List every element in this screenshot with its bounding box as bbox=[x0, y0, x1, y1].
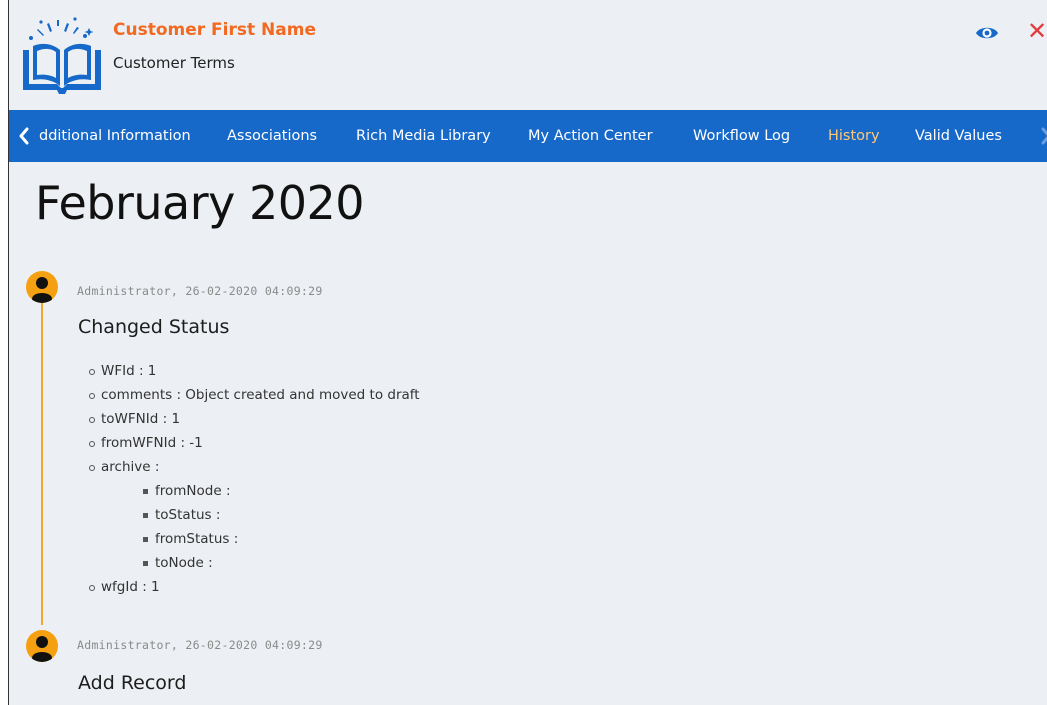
record-header: Customer First Name Customer Terms ✕ bbox=[9, 0, 1047, 110]
detail-subitem: fromNode : bbox=[79, 479, 420, 503]
detail-item: wfgId : 1 bbox=[79, 575, 420, 599]
tab-rich-media-library[interactable]: Rich Media Library bbox=[356, 110, 491, 162]
detail-item: WFId : 1 bbox=[79, 359, 420, 383]
entry-meta: Administrator, 26-02-2020 04:09:29 bbox=[77, 638, 323, 652]
tab-associations[interactable]: Associations bbox=[227, 110, 317, 162]
entry-action: Add Record bbox=[78, 672, 187, 694]
detail-item: toWFNId : 1 bbox=[79, 407, 420, 431]
detail-item: comments : Object created and moved to d… bbox=[79, 383, 420, 407]
tab-history[interactable]: History bbox=[828, 110, 880, 162]
detail-item: archive : bbox=[79, 455, 420, 479]
timeline-line bbox=[41, 303, 43, 625]
month-heading: February 2020 bbox=[35, 176, 365, 230]
eye-icon[interactable] bbox=[975, 22, 999, 44]
detail-subitem: toStatus : bbox=[79, 503, 420, 527]
detail-item: fromWFNId : -1 bbox=[79, 431, 420, 455]
record-detail-panel: Customer First Name Customer Terms ✕ ddi… bbox=[8, 0, 1047, 705]
chevron-left-icon[interactable] bbox=[13, 110, 35, 162]
entry-action: Changed Status bbox=[78, 316, 230, 338]
entry-details: WFId : 1 comments : Object created and m… bbox=[79, 359, 420, 599]
open-book-icon bbox=[23, 17, 101, 94]
tab-workflow-log[interactable]: Workflow Log bbox=[693, 110, 790, 162]
tab-bar: dditional Information Associations Rich … bbox=[9, 110, 1047, 162]
record-subtitle: Customer Terms bbox=[113, 54, 235, 72]
entry-meta: Administrator, 26-02-2020 04:09:29 bbox=[77, 284, 323, 298]
chevron-right-icon[interactable] bbox=[1035, 110, 1047, 162]
detail-subitem: toNode : bbox=[79, 551, 420, 575]
detail-subitem: fromStatus : bbox=[79, 527, 420, 551]
tab-my-action-center[interactable]: My Action Center bbox=[528, 110, 653, 162]
close-button[interactable]: ✕ bbox=[1027, 17, 1047, 45]
tab-additional-information[interactable]: dditional Information bbox=[39, 110, 191, 162]
tab-valid-values[interactable]: Valid Values bbox=[915, 110, 1002, 162]
record-title: Customer First Name bbox=[113, 20, 316, 40]
user-avatar-icon bbox=[26, 630, 58, 662]
user-avatar-icon bbox=[26, 271, 58, 303]
